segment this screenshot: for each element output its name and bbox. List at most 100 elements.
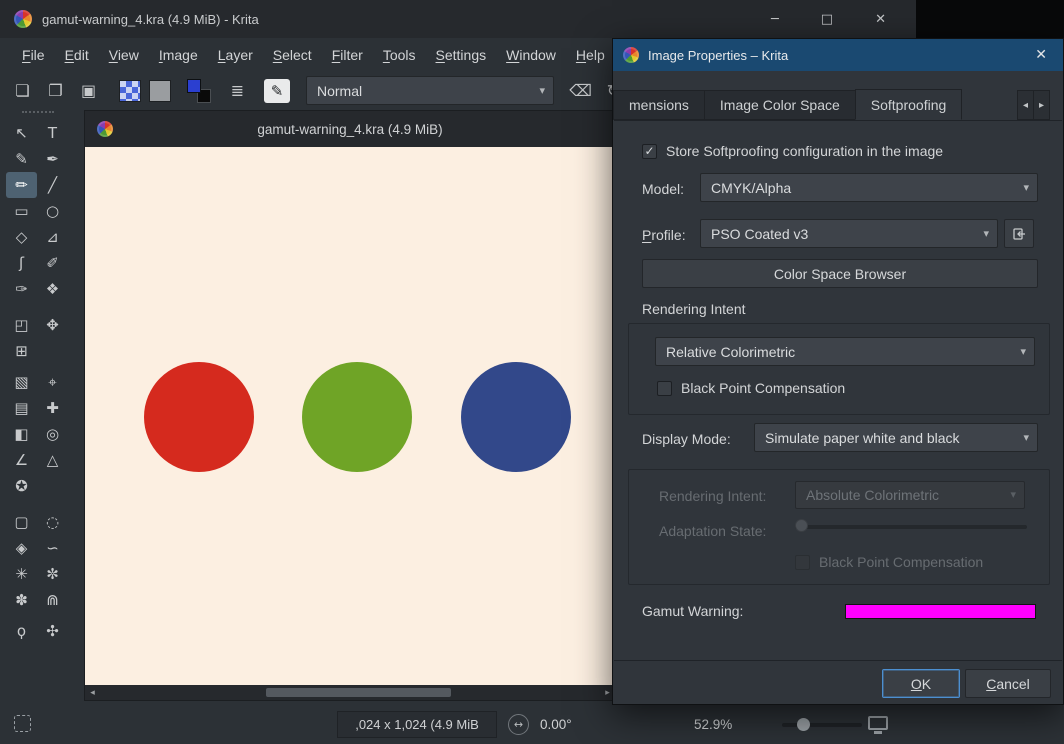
menu-help[interactable]: Help bbox=[566, 42, 615, 68]
tool-freehand-brush[interactable]: ✏ bbox=[6, 172, 37, 198]
tab-softproofing[interactable]: Softproofing bbox=[854, 89, 963, 120]
tab-scroll-left-icon[interactable]: ◂ bbox=[1017, 90, 1034, 120]
maximize-button[interactable]: □ bbox=[821, 12, 833, 27]
open-document-icon[interactable]: ❐ bbox=[43, 78, 68, 103]
scrollbar-handle[interactable] bbox=[266, 688, 451, 697]
menu-edit[interactable]: Edit bbox=[55, 42, 99, 68]
tool-polyline[interactable]: ⊿ bbox=[37, 224, 68, 250]
tool-gradient[interactable]: ▧ bbox=[6, 369, 37, 395]
canvas[interactable] bbox=[85, 147, 615, 685]
zoom-value: 52.9% bbox=[694, 717, 733, 732]
brush-editor-button[interactable]: ✎ bbox=[264, 78, 290, 103]
tool-freehand-path[interactable]: ✐ bbox=[37, 250, 68, 276]
adv-black-point-compensation-label: Black Point Compensation bbox=[819, 554, 984, 570]
color-space-browser-button[interactable]: Color Space Browser bbox=[642, 259, 1038, 288]
slider-handle bbox=[795, 519, 808, 532]
tool-enclose-fill[interactable]: ◎ bbox=[37, 421, 68, 447]
foreground-background-colors[interactable] bbox=[187, 78, 211, 103]
blending-mode-select[interactable]: Normal bbox=[306, 76, 554, 105]
pattern-chooser-swatch[interactable] bbox=[149, 79, 171, 102]
dialog-close-icon[interactable]: ✕ bbox=[1029, 45, 1053, 65]
tool-calligraphy[interactable]: ✒ bbox=[37, 146, 68, 172]
tool-select-shapes[interactable]: ↖ bbox=[6, 120, 37, 146]
tool-polygon-select[interactable]: ◈ bbox=[6, 535, 37, 561]
horizontal-scrollbar[interactable]: ◂ ▸ bbox=[85, 685, 615, 700]
tool-move[interactable]: ✥ bbox=[37, 312, 68, 338]
fit-to-screen-icon[interactable] bbox=[868, 716, 888, 734]
tool-line[interactable]: ╱ bbox=[37, 172, 68, 198]
zoom-slider-handle[interactable] bbox=[797, 718, 810, 731]
tool-ellipse[interactable]: ○ bbox=[37, 198, 68, 224]
tool-fill[interactable]: ◧ bbox=[6, 421, 37, 447]
slider-groove bbox=[795, 525, 1027, 529]
tool-reference-images[interactable]: ✪ bbox=[6, 473, 37, 499]
zoom-slider[interactable] bbox=[782, 718, 862, 731]
tool-multibrush[interactable]: ❖ bbox=[37, 276, 68, 302]
ok-button[interactable]: OK bbox=[882, 669, 960, 698]
menu-view[interactable]: View bbox=[99, 42, 149, 68]
cancel-button[interactable]: Cancel bbox=[965, 669, 1051, 698]
tool-color-sampler[interactable]: ⌖ bbox=[37, 369, 68, 395]
foreground-color-swatch[interactable] bbox=[187, 78, 201, 93]
tool-measure[interactable]: ∠ bbox=[6, 447, 37, 473]
tool-bezier-select[interactable]: ✽ bbox=[6, 587, 37, 613]
tool-transform[interactable]: ◰ bbox=[6, 312, 37, 338]
tool-ellipse-select[interactable]: ◌ bbox=[37, 509, 68, 535]
rendering-intent-group: Relative Colorimetric Black Point Compen… bbox=[628, 323, 1050, 415]
menu-window[interactable]: Window bbox=[496, 42, 566, 68]
menu-settings[interactable]: Settings bbox=[426, 42, 497, 68]
display-mode-select[interactable]: Simulate paper white and black bbox=[754, 423, 1038, 452]
krita-logo-icon bbox=[14, 10, 32, 28]
minimize-button[interactable]: ─ bbox=[771, 12, 779, 27]
save-icon[interactable]: ▣ bbox=[76, 78, 101, 103]
model-select[interactable]: CMYK/Alpha bbox=[700, 173, 1038, 202]
tool-polygon[interactable]: ◇ bbox=[6, 224, 37, 250]
menu-layer[interactable]: Layer bbox=[208, 42, 263, 68]
toolbox: ↖ T ✎ ✒ ✏ ╱ ▭ ○ ◇ ⊿ ʃ ✐ ✑ ❖ ◰ ✥ ⊞ ▧ ⌖ ▤ … bbox=[6, 120, 68, 644]
tab-image-color-space[interactable]: Image Color Space bbox=[703, 90, 856, 120]
tool-magnetic-select[interactable]: ⋒ bbox=[37, 587, 68, 613]
tool-freehand-select[interactable]: ∽ bbox=[37, 535, 68, 561]
tool-assistants[interactable]: △ bbox=[37, 447, 68, 473]
tool-dynamic-brush[interactable]: ✑ bbox=[6, 276, 37, 302]
tab-scroll-right-icon[interactable]: ▸ bbox=[1033, 90, 1050, 120]
tab-dimensions[interactable]: mensions bbox=[613, 90, 705, 120]
brush-presets-icon[interactable]: ≣ bbox=[225, 78, 250, 103]
tool-rect-select[interactable]: ▢ bbox=[6, 509, 37, 535]
subwindow-titlebar: gamut-warning_4.kra (4.9 MiB) bbox=[85, 111, 615, 147]
eraser-mode-icon[interactable]: ⌫ bbox=[568, 78, 593, 103]
gradient-chooser-swatch[interactable] bbox=[119, 79, 141, 102]
profile-select[interactable]: PSO Coated v3 bbox=[700, 219, 998, 248]
tool-text[interactable]: T bbox=[37, 120, 68, 146]
tool-crop[interactable]: ⊞ bbox=[6, 338, 37, 364]
menu-tools[interactable]: Tools bbox=[373, 42, 426, 68]
tool-similar-select[interactable]: ✼ bbox=[37, 561, 68, 587]
dialog-title: Image Properties – Krita bbox=[648, 47, 789, 63]
tool-zoom[interactable]: ϙ bbox=[6, 618, 37, 644]
menu-file[interactable]: File bbox=[12, 42, 55, 68]
black-point-compensation-checkbox[interactable]: Black Point Compensation bbox=[657, 380, 845, 396]
tool-edit-shapes[interactable]: ✎ bbox=[6, 146, 37, 172]
toolbox-drag-handle[interactable] bbox=[22, 111, 54, 113]
canvas-rotation-icon[interactable]: ↔ bbox=[508, 714, 529, 735]
import-profile-button[interactable] bbox=[1004, 219, 1034, 248]
rendering-intent-select[interactable]: Relative Colorimetric bbox=[655, 337, 1035, 366]
image-size-display[interactable]: ,024 x 1,024 (4.9 MiB bbox=[337, 711, 497, 738]
store-softproofing-checkbox[interactable]: ✓ Store Softproofing configuration in th… bbox=[642, 143, 943, 159]
tool-rectangle[interactable]: ▭ bbox=[6, 198, 37, 224]
menu-image[interactable]: Image bbox=[149, 42, 208, 68]
tool-pattern[interactable]: ▤ bbox=[6, 395, 37, 421]
desktop-corner bbox=[916, 0, 1064, 38]
new-document-icon[interactable]: ❏ bbox=[10, 78, 35, 103]
tool-smart-patch[interactable]: ✚ bbox=[37, 395, 68, 421]
menu-select[interactable]: Select bbox=[263, 42, 322, 68]
tool-pan[interactable]: ✣ bbox=[37, 618, 68, 644]
close-button[interactable]: ✕ bbox=[875, 12, 886, 27]
scroll-left-icon[interactable]: ◂ bbox=[86, 685, 99, 700]
selection-indicator-icon[interactable] bbox=[14, 715, 31, 732]
tool-bezier-curve[interactable]: ʃ bbox=[6, 250, 37, 276]
tool-contiguous-select[interactable]: ✳ bbox=[6, 561, 37, 587]
menu-filter[interactable]: Filter bbox=[322, 42, 373, 68]
window-title: gamut-warning_4.kra (4.9 MiB) - Krita bbox=[42, 11, 259, 27]
gamut-warning-color-swatch[interactable] bbox=[845, 604, 1036, 619]
